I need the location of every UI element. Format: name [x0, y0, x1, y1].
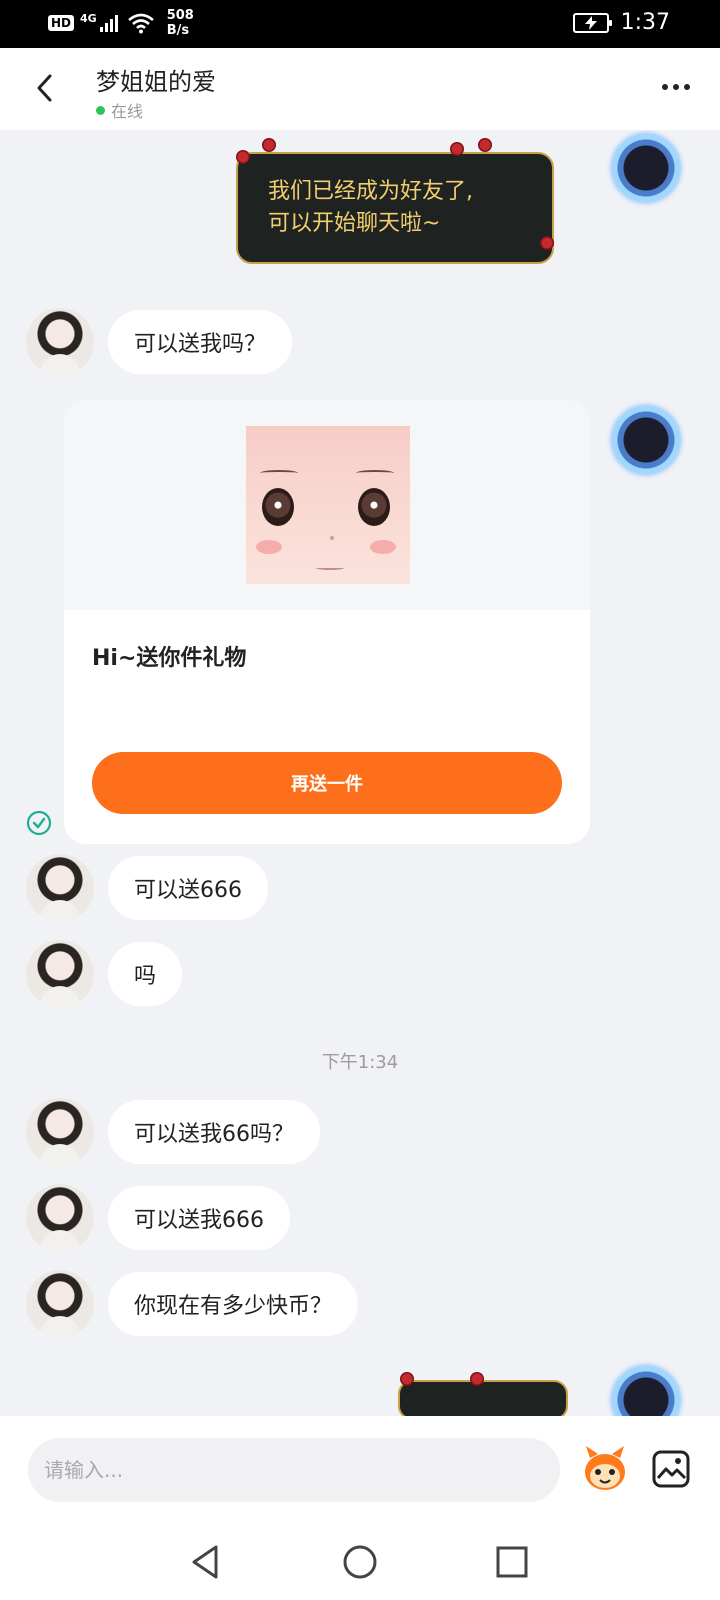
read-check-icon	[26, 810, 52, 836]
my-avatar[interactable]	[612, 406, 680, 474]
message-bubble[interactable]: 可以送666	[108, 856, 268, 920]
online-status: 在线	[96, 98, 143, 122]
friend-avatar[interactable]	[26, 308, 94, 376]
gift-image-area	[64, 400, 590, 610]
gift-image	[246, 426, 410, 584]
hd-badge: HD	[48, 15, 75, 31]
friend-avatar[interactable]	[26, 854, 94, 922]
more-dot-icon	[662, 84, 668, 90]
triangle-back-icon	[192, 1545, 218, 1579]
speed-unit: B/s	[166, 23, 190, 38]
rose-decoration-icon	[470, 1372, 484, 1386]
image-icon	[652, 1450, 690, 1488]
rose-decoration-icon	[540, 236, 554, 250]
speed-value: 508	[166, 8, 194, 23]
more-dot-icon	[684, 84, 690, 90]
friend-avatar[interactable]	[26, 1184, 94, 1252]
timestamp-divider: 下午1:34	[321, 1052, 399, 1073]
wifi-icon	[127, 13, 154, 34]
nav-back-button[interactable]	[186, 1542, 226, 1582]
friend-avatar[interactable]	[26, 940, 94, 1008]
image-button[interactable]	[652, 1450, 690, 1488]
circle-home-icon	[343, 1545, 377, 1579]
message-bubble[interactable]: 你现在有多少快币？	[108, 1272, 359, 1336]
input-bar	[0, 1416, 720, 1524]
friend-avatar[interactable]	[26, 1270, 94, 1338]
chat-title[interactable]: 梦姐姐的爱	[96, 62, 216, 97]
rose-decoration-icon	[450, 142, 464, 156]
brow-icon	[356, 470, 394, 476]
chat-header: 梦姐姐的爱 在线	[0, 48, 720, 130]
message-bubble[interactable]: 可以送我66吗？	[108, 1100, 320, 1164]
friend-added-card-partial	[398, 1380, 568, 1416]
brow-icon	[260, 470, 298, 476]
online-dot-icon	[96, 105, 105, 115]
send-again-button[interactable]: 再送一件	[92, 752, 562, 814]
my-avatar[interactable]	[612, 1366, 680, 1416]
message-bubble[interactable]: 可以送我吗？	[108, 310, 293, 374]
rose-decoration-icon	[262, 138, 276, 152]
network-speed: 508 B/s	[167, 8, 194, 38]
friend-added-card: 我们已经成为好友了, 可以开始聊天啦~	[236, 152, 554, 264]
system-nav-bar	[0, 1524, 720, 1600]
square-recents-icon	[496, 1546, 528, 1578]
battery-icon	[572, 12, 612, 33]
eye-icon	[262, 488, 294, 526]
message-bubble[interactable]: 吗	[108, 942, 183, 1006]
message-bubble[interactable]: 可以送我666	[108, 1186, 290, 1250]
my-avatar[interactable]	[612, 134, 680, 202]
signal-icon	[99, 15, 118, 32]
status-bar: HD 4G 508 B/s 1:37	[0, 0, 720, 48]
friend-avatar[interactable]	[26, 1098, 94, 1166]
emoji-button[interactable]	[580, 1444, 630, 1494]
back-button[interactable]	[28, 70, 64, 106]
message-input[interactable]	[28, 1438, 560, 1502]
more-options-button[interactable]	[662, 84, 690, 90]
chevron-left-icon	[37, 74, 52, 102]
network-type: 4G	[80, 11, 97, 25]
more-dot-icon	[673, 84, 679, 90]
nav-recents-button[interactable]	[492, 1542, 532, 1582]
rose-decoration-icon	[236, 150, 250, 164]
clock: 1:37	[620, 10, 670, 35]
rose-decoration-icon	[400, 1372, 414, 1386]
blush-icon	[370, 540, 396, 554]
nose-icon	[330, 536, 334, 540]
blush-icon	[256, 540, 282, 554]
mouth-icon	[316, 566, 344, 570]
eye-icon	[358, 488, 390, 526]
online-status-label: 在线	[111, 102, 144, 121]
friend-added-line-1: 我们已经成为好友了,	[268, 179, 473, 204]
mascot-emoji-icon	[585, 1446, 625, 1490]
gift-card[interactable]: Hi~送你件礼物 再送一件	[64, 400, 590, 844]
rose-decoration-icon	[478, 138, 492, 152]
nav-home-button[interactable]	[340, 1542, 380, 1582]
message-list[interactable]: 我们已经成为好友了, 可以开始聊天啦~ 可以送我吗？ Hi~送你件礼物 再送一件…	[0, 130, 720, 1416]
friend-added-line-2: 可以开始聊天啦~	[268, 211, 441, 236]
gift-message: Hi~送你件礼物	[92, 646, 247, 671]
